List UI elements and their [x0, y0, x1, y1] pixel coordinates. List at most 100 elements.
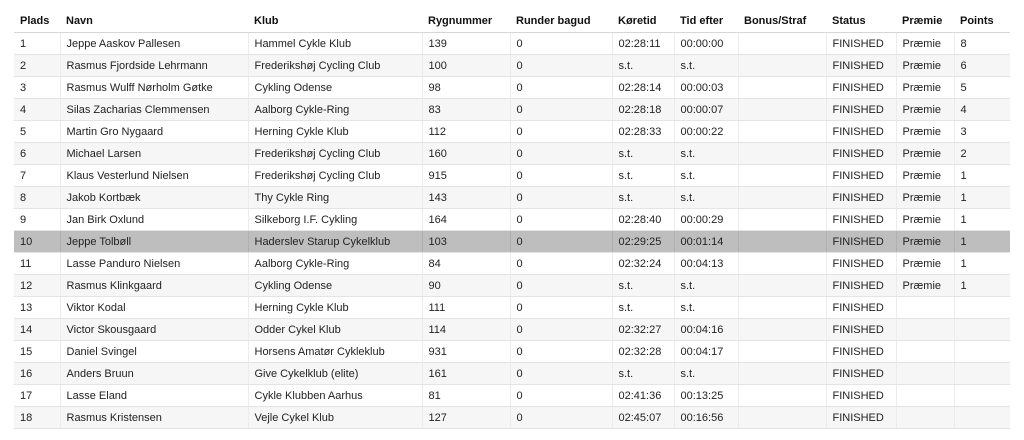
column-header-rygnummer[interactable]: Rygnummer [422, 10, 510, 33]
table-row[interactable]: 5 Martin Gro Nygaard Herning Cykle Klub 112… [14, 120, 1010, 143]
cell-bonus-straf [737, 208, 826, 231]
cell-tid-efter: 00:00:00 [673, 32, 738, 55]
cell-runder-bagud: 0 [509, 252, 612, 275]
cell-runder-bagud: 0 [509, 54, 612, 77]
cell-plads: 4 [14, 98, 60, 121]
cell-points: 1 [953, 252, 1010, 275]
cell-plads: 13 [14, 296, 60, 319]
cell-status: FINISHED [825, 208, 896, 231]
cell-praemie: Præmie [895, 208, 954, 231]
cell-koeretid: 02:32:28 [611, 340, 674, 363]
cell-bonus-straf [737, 32, 826, 55]
cell-points: 2 [953, 142, 1010, 165]
cell-praemie: Præmie [895, 164, 954, 187]
cell-status: FINISHED [825, 120, 896, 143]
table-row[interactable]: 11 Lasse Panduro Nielsen Aalborg Cykle-Rin… [14, 252, 1010, 275]
cell-praemie: Præmie [895, 98, 954, 121]
table-row[interactable]: 2 Rasmus Fjordside Lehrmann Frederikshøj C… [14, 54, 1010, 77]
cell-navn: Viktor Kodal [59, 296, 248, 319]
cell-koeretid: 02:32:24 [611, 252, 674, 275]
column-header-status[interactable]: Status [826, 10, 896, 33]
cell-points [953, 318, 1010, 341]
cell-points [953, 384, 1010, 407]
cell-klub: Thy Cykle Ring [247, 186, 422, 209]
cell-status: FINISHED [825, 362, 896, 385]
table-row[interactable]: 6 Michael Larsen Frederikshøj Cycling Club… [14, 142, 1010, 165]
table-row[interactable]: 14 Victor Skousgaard Odder Cykel Klub 114 0 0… [14, 318, 1010, 341]
column-header-plads[interactable]: Plads [14, 10, 60, 33]
column-header-praemie[interactable]: Præmie [896, 10, 954, 33]
table-row[interactable]: 9 Jan Birk Oxlund Silkeborg I.F. Cykling 16… [14, 208, 1010, 231]
cell-bonus-straf [737, 142, 826, 165]
column-header-klub[interactable]: Klub [248, 10, 422, 33]
cell-koeretid: 02:28:40 [611, 208, 674, 231]
column-header-points[interactable]: Points [954, 10, 1010, 33]
cell-status: FINISHED [825, 54, 896, 77]
cell-bonus-straf [737, 76, 826, 99]
cell-tid-efter: 00:16:56 [673, 406, 738, 429]
cell-praemie: Præmie [895, 142, 954, 165]
column-header-navn[interactable]: Navn [60, 10, 248, 33]
cell-klub: Cykling Odense [247, 274, 422, 297]
cell-tid-efter: 00:04:13 [673, 252, 738, 275]
cell-navn: Silas Zacharias Clemmensen [59, 98, 248, 121]
cell-tid-efter: s.t. [673, 142, 738, 165]
cell-navn: Rasmus Klinkgaard [59, 274, 248, 297]
cell-runder-bagud: 0 [509, 164, 612, 187]
table-row[interactable]: 12 Rasmus Klinkgaard Cykling Odense 90 0 s.t.… [14, 274, 1010, 297]
cell-praemie [895, 406, 954, 429]
cell-plads: 11 [14, 252, 60, 275]
column-header-koeretid[interactable]: Køretid [612, 10, 674, 33]
cell-bonus-straf [737, 296, 826, 319]
cell-koeretid: 02:41:36 [611, 384, 674, 407]
table-row[interactable]: 10 Jeppe Tolbøll Haderslev Starup Cykelklu… [14, 230, 1010, 253]
cell-runder-bagud: 0 [509, 296, 612, 319]
cell-koeretid: s.t. [611, 142, 674, 165]
cell-plads: 9 [14, 208, 60, 231]
table-row[interactable]: 13 Viktor Kodal Herning Cykle Klub 111 0 s.t.… [14, 296, 1010, 319]
cell-status: FINISHED [825, 296, 896, 319]
column-header-runder-bagud[interactable]: Runder bagud [510, 10, 612, 33]
cell-points: 5 [953, 76, 1010, 99]
cell-points [953, 340, 1010, 363]
cell-points: 1 [953, 186, 1010, 209]
cell-runder-bagud: 0 [509, 186, 612, 209]
cell-status: FINISHED [825, 76, 896, 99]
table-row[interactable]: 18 Rasmus Kristensen Vejle Cykel Klub 127 0 0… [14, 406, 1010, 429]
race-results-table: Plads Navn Klub Rygnummer Runder bagud K… [14, 10, 1010, 429]
cell-klub: Horsens Amatør Cykleklub [247, 340, 422, 363]
cell-runder-bagud: 0 [509, 406, 612, 429]
column-header-tid-efter[interactable]: Tid efter [674, 10, 738, 33]
cell-klub: Cykle Klubben Aarhus [247, 384, 422, 407]
cell-tid-efter: 00:04:17 [673, 340, 738, 363]
cell-klub: Aalborg Cykle-Ring [247, 98, 422, 121]
table-row[interactable]: 1 Jeppe Aaskov Pallesen Hammel Cykle Klub 1… [14, 32, 1010, 55]
cell-bonus-straf [737, 274, 826, 297]
cell-klub: Frederikshøj Cycling Club [247, 54, 422, 77]
table-row[interactable]: 3 Rasmus Wulff Nørholm Gøtke Cykling Odens… [14, 76, 1010, 99]
cell-bonus-straf [737, 186, 826, 209]
cell-status: FINISHED [825, 186, 896, 209]
cell-rygnummer: 83 [421, 98, 510, 121]
table-row[interactable]: 7 Klaus Vesterlund Nielsen Frederikshøj Cy… [14, 164, 1010, 187]
table-row[interactable]: 17 Lasse Eland Cykle Klubben Aarhus 81 0 02:4… [14, 384, 1010, 407]
column-header-bonus-straf[interactable]: Bonus/Straf [738, 10, 826, 33]
table-row[interactable]: 15 Daniel Svingel Horsens Amatør Cykleklub… [14, 340, 1010, 363]
cell-koeretid: s.t. [611, 54, 674, 77]
cell-klub: Aalborg Cykle-Ring [247, 252, 422, 275]
table-header-row: Plads Navn Klub Rygnummer Runder bagud K… [14, 10, 1010, 33]
cell-plads: 14 [14, 318, 60, 341]
cell-koeretid: 02:28:18 [611, 98, 674, 121]
cell-plads: 6 [14, 142, 60, 165]
cell-praemie: Præmie [895, 32, 954, 55]
cell-rygnummer: 112 [421, 120, 510, 143]
cell-points: 4 [953, 98, 1010, 121]
cell-navn: Jeppe Tolbøll [59, 230, 248, 253]
cell-bonus-straf [737, 340, 826, 363]
cell-praemie: Præmie [895, 54, 954, 77]
table-body: 1 Jeppe Aaskov Pallesen Hammel Cykle Klub 1… [14, 32, 1010, 429]
table-row[interactable]: 16 Anders Bruun Give Cykelklub (elite) 161 0… [14, 362, 1010, 385]
table-row[interactable]: 4 Silas Zacharias Clemmensen Aalborg Cykle… [14, 98, 1010, 121]
table-row[interactable]: 8 Jakob Kortbæk Thy Cykle Ring 143 0 s.t. s.t.… [14, 186, 1010, 209]
cell-rygnummer: 98 [421, 76, 510, 99]
